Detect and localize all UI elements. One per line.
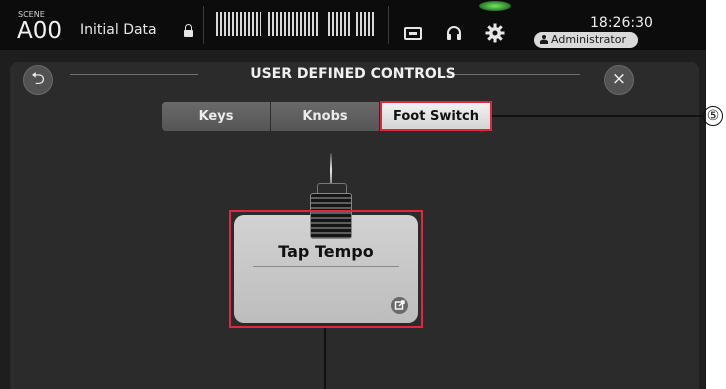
callout-number: ⑤	[703, 106, 723, 126]
close-button[interactable]: ×	[604, 65, 634, 95]
foot-switch-tab-highlight	[380, 101, 492, 131]
scene-number[interactable]: A00	[17, 18, 62, 44]
headphones-icon[interactable]	[446, 25, 462, 40]
meter-gap	[320, 10, 326, 38]
dialog-title: USER DEFINED CONTROLS	[250, 66, 456, 82]
user-icon	[540, 35, 548, 44]
scene-title[interactable]: Initial Data	[80, 22, 157, 38]
meter-gap	[350, 10, 356, 38]
user-name: Administrator	[551, 33, 626, 46]
clock: 18:26:30	[590, 15, 653, 31]
active-indicator	[479, 1, 511, 11]
callout-line	[324, 328, 326, 389]
back-button[interactable]: ⮌	[23, 65, 53, 95]
recorder-icon[interactable]	[404, 27, 422, 40]
user-badge[interactable]: Administrator	[534, 32, 638, 48]
tab-knobs[interactable]: Knobs	[271, 102, 379, 131]
callout-line	[492, 115, 703, 117]
lock-icon[interactable]	[184, 24, 193, 37]
assign-button-highlight	[229, 210, 423, 328]
tab-keys[interactable]: Keys	[162, 102, 270, 131]
status-bar: SCENE A00 Initial Data 18:26:30 Administ…	[0, 0, 706, 50]
divider	[203, 6, 204, 44]
mixer-touchscreen: SCENE A00 Initial Data 18:26:30 Administ…	[0, 0, 706, 389]
pedal-cable	[330, 153, 332, 187]
setup-gear-icon[interactable]	[484, 22, 506, 44]
divider	[388, 6, 389, 44]
meter-gap	[261, 10, 267, 38]
